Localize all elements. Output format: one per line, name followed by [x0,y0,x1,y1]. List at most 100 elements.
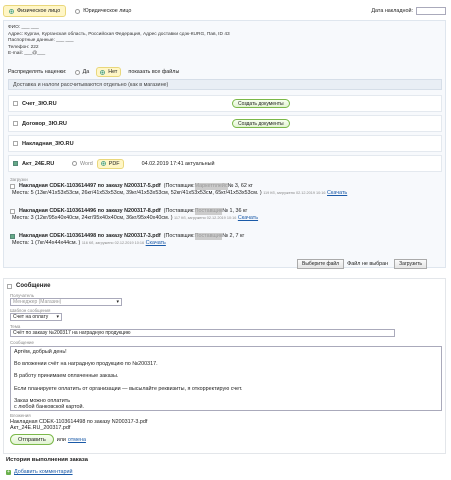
tab-legal-label: Юридическое лицо [83,8,132,14]
download-link[interactable]: Скачать [146,240,166,246]
or-text: или [56,436,66,443]
upload-button[interactable]: Загрузить [394,259,427,269]
tab-physical-person[interactable]: Физическое лицо [3,5,67,17]
upload-supplier-name: Маркетплейс [194,183,228,190]
upload-weight: № 1, 36 кг [222,208,248,214]
recipient-value: Менеджер (Магазин) [13,299,62,305]
subject-input[interactable]: Счёт по заказу №200317 на наградную прод… [10,329,395,337]
radio-icon [74,69,80,75]
cancel-link[interactable]: отмена [68,437,86,443]
radio-icon [100,69,106,75]
radio-icon [75,8,81,14]
attachment-item: Акт_24Е.RU_200317.pdf [10,425,71,431]
upload-places: Места: 3 (12кг/95х40х40см, 24кг/95х40х40… [12,215,173,221]
tab-legal-person[interactable]: Юридическое лицо [70,6,136,16]
upload-meta: 119 Кб, загружено 02.12.2019 10:16 [263,191,326,195]
date-label: Дата накладной: [371,8,413,14]
doc-name: Счет_3Ю.RU [22,100,57,107]
chevron-down-icon: ▾ [56,314,59,320]
send-button[interactable]: Отправить [10,434,54,445]
show-all-files-link[interactable]: показать все файлы [128,69,179,75]
markup-row: Распределять наценки: Да Нет показать вс… [8,67,179,77]
upload-item: Накладная CDEK-1103614497 по заказу N200… [10,183,440,197]
body-label: Сообщение [10,340,34,345]
date-input[interactable] [416,7,446,15]
doc-name: Накладная_3Ю.RU [22,140,74,147]
radio-icon [9,8,14,14]
notice-text: Доставка и налоги рассчитываются отдельн… [13,81,169,88]
upload-title: Накладная CDEK-1103614496 по заказу N200… [19,208,161,214]
doc-checkbox[interactable] [13,101,18,106]
uploads-label: Загрузки [10,177,28,182]
message-toggle-checkbox[interactable] [7,283,12,289]
upload-supplier-name: Поставщик [194,208,223,215]
attachments: Вложения Накладная CDEK-1103614498 по за… [10,413,147,431]
format-pdf-label: PDF [108,160,120,167]
recipient-select[interactable]: Менеджер (Магазин) ▾ [10,298,122,306]
upload-item: Накладная CDEK-1103614498 по заказу N200… [10,233,440,247]
client-line: ФИО: ___ ___ [8,25,39,30]
choose-file-button[interactable]: Выберите файл [297,259,345,269]
body-line: с любой банковской картой. [14,404,85,411]
upload-weight: № 2, 7 кг [222,233,245,239]
upload-checkbox[interactable] [10,184,15,189]
markup-no[interactable]: Нет [96,67,122,77]
client-info: ФИО: ___ ___ Адрес: Курган, Курганская о… [8,25,438,58]
upload-checkbox[interactable] [10,234,15,239]
send-row: Отправить или отмена [10,434,86,445]
doc-row: Договор_3Ю.RU Создать документы [8,115,442,132]
doc-row: Накладная_3Ю.RU [8,135,442,152]
add-comment-link[interactable]: Добавить комментарий [14,469,73,475]
upload-checkbox[interactable] [10,209,15,214]
doc-checkbox[interactable] [13,161,18,166]
template-value: Счет на оплату [13,314,49,320]
doc-name: Акт_24Е.RU [22,160,55,167]
customer-type-tabs: Физическое лицо Юридическое лицо Дата на… [3,3,446,19]
upload-supplier-name: Поставщик [194,233,223,240]
add-comment-icon: + [6,468,11,475]
upload-title: Накладная CDEK-1103614498 по заказу N200… [19,233,161,239]
radio-icon [100,161,106,166]
message-body-textarea[interactable]: Артём, добрый день! Во вложении счёт на … [10,346,442,411]
client-line: Паспортные данные: ___ ___ [8,38,74,44]
upload-supplier: (Поставщик: [163,233,195,239]
upload-meta: 116 Кб, загружено 02.12.2019 10:16 [81,241,145,245]
markup-no-label: Нет [108,69,118,75]
doc-name: Договор_3Ю.RU [22,120,67,127]
history-title: История выполнения заказа [6,457,88,463]
create-documents-button[interactable]: Создать документы [232,119,290,128]
no-file-text: Файл не выбран [347,261,389,267]
notice-bar: Доставка и налоги рассчитываются отдельн… [8,79,442,90]
order-panel: ФИО: ___ ___ Адрес: Курган, Курганская о… [3,20,446,269]
doc-checkbox[interactable] [13,141,18,146]
message-header: Сообщение [7,283,50,289]
client-line: E-mail: ___@___ [8,51,46,57]
upload-meta: 117 Кб, загружено 02.12.2019 10:16 [174,216,237,220]
subject-value: Счёт по заказу №200317 на наградную прод… [13,330,131,336]
markup-label: Распределять наценки: [8,69,67,75]
doc-checkbox[interactable] [13,121,18,126]
chevron-down-icon: ▾ [116,299,119,305]
upload-title: Накладная CDEK-1103614497 по заказу N200… [19,183,161,189]
upload-supplier: (Поставщик: [163,183,195,189]
upload-weight: № 3, 62 кг [227,183,253,189]
upload-places: Места: 1 (7кг/44х44х44см. ) [12,240,81,246]
radio-icon [72,161,77,166]
tab-physical-label: Физическое лицо [17,8,61,14]
download-link[interactable]: Скачать [327,190,347,196]
markup-yes-label: Да [82,69,90,75]
upload-places: Места: 5 (13кг/41х53х53см, 26кг/41х53х53… [12,190,262,196]
markup-yes[interactable]: Да [72,68,93,76]
message-title: Сообщение [16,283,51,289]
doc-row: Акт_24Е.RU Word PDF 04.02.2019 17:41 акт… [8,155,442,172]
template-select[interactable]: Счет на оплату ▾ [10,313,62,321]
format-word-option[interactable]: Word [72,161,93,167]
download-link[interactable]: Скачать [238,215,258,221]
create-documents-button[interactable]: Создать документы [232,99,290,108]
doc-row: Счет_3Ю.RU Создать документы [8,95,442,112]
format-word-label: Word [80,160,93,167]
file-upload-row: Выберите файл Файл не выбран Загрузить [297,259,427,269]
add-comment-row: + Добавить комментарий [6,469,73,475]
message-panel: Сообщение Получатель Менеджер (Магазин) … [3,278,446,454]
format-pdf-option[interactable]: PDF [96,158,124,169]
